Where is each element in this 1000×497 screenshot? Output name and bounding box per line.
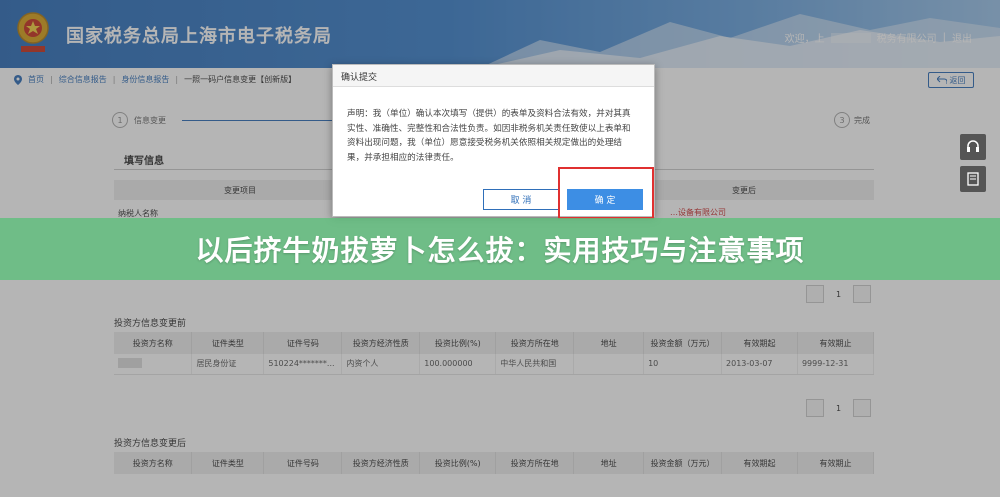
col-header: 有效期止 <box>797 452 875 474</box>
col-header: 有效期起 <box>721 452 798 474</box>
investor-after-table: 投资方名称 证件类型 证件号码 投资方经济性质 投资比例(%) 投资方所在地 地… <box>114 452 875 474</box>
breadcrumb: 首页 | 综合信息报告 | 身份信息报告 | 一照一码户信息变更【创新版】 <box>14 74 296 85</box>
headset-icon[interactable] <box>960 134 986 160</box>
table-row: 居民身份证 510224*******... 内资个人 100.000000 中… <box>114 354 875 375</box>
cell: 10 <box>643 354 723 375</box>
investor-before-title: 投资方信息变更前 <box>114 319 187 329</box>
cell: 100.000000 <box>419 354 497 375</box>
col-header: 投资方经济性质 <box>341 332 421 354</box>
col-header: 投资方名称 <box>114 332 193 354</box>
step-line <box>182 120 332 121</box>
cancel-button[interactable]: 取 消 <box>483 189 559 210</box>
col-header: 证件类型 <box>191 452 265 474</box>
book-icon[interactable] <box>960 166 986 192</box>
col-header: 投资比例(%) <box>419 452 497 474</box>
investor-after-title: 投资方信息变更后 <box>114 439 187 449</box>
breadcrumb-sep: | <box>50 75 53 84</box>
breadcrumb-identity-report[interactable]: 身份信息报告 <box>121 74 169 85</box>
return-arrow-icon <box>936 76 947 84</box>
col-header: 投资方所在地 <box>495 452 575 474</box>
location-pin-icon <box>14 74 22 85</box>
breadcrumb-sep: | <box>175 75 179 84</box>
col-header: 地址 <box>573 332 645 354</box>
redacted-name <box>830 32 871 43</box>
headline-banner: 以后挤牛奶拔萝卜怎么拔：实用技巧与注意事项 <box>0 218 1000 280</box>
col-header: 投资方经济性质 <box>341 452 421 474</box>
user-greeting-suffix: 税务有限公司 <box>876 34 937 45</box>
page-number: 1 <box>836 289 842 299</box>
col-header: 投资方所在地 <box>495 332 575 354</box>
cell <box>114 354 193 375</box>
cell: 居民身份证 <box>191 354 265 375</box>
col-header: 投资比例(%) <box>419 332 497 354</box>
logout-link[interactable]: 退出 <box>952 30 972 45</box>
col-header: 证件号码 <box>263 332 343 354</box>
cell <box>573 354 645 375</box>
tax-emblem-icon <box>17 12 49 52</box>
header-separator: | <box>942 32 946 43</box>
back-button-label: 返回 <box>949 75 966 85</box>
dialog-body: 声明：我（单位）确认本次填写（提供）的表单及资料合法有效，并对其真实性、准确性、… <box>347 109 631 163</box>
col-header: 证件号码 <box>263 452 343 474</box>
pager-before: 1 <box>806 285 872 303</box>
step-1-label: 信息变更 <box>134 116 166 125</box>
dialog-title: 确认提交 <box>333 65 654 87</box>
breadcrumb-sep: | <box>112 75 116 84</box>
page-number: 1 <box>836 403 842 413</box>
change-row-value: …设备有限公司 <box>670 208 726 217</box>
cell: 9999-12-31 <box>797 354 875 375</box>
site-header: 国家税务总局上海市电子税务局 欢迎，上 税务有限公司 | 退出 <box>0 0 1000 68</box>
col-header: 投资金额（万元） <box>643 452 723 474</box>
breadcrumb-home[interactable]: 首页 <box>28 74 44 85</box>
cell: 内资个人 <box>341 354 421 375</box>
highlight-box <box>558 167 654 219</box>
step-1-circle: 1 <box>112 112 128 128</box>
breadcrumb-current: 一照一码户信息变更【创新版】 <box>184 75 297 84</box>
user-area: 欢迎，上 税务有限公司 | 退出 <box>785 30 972 45</box>
col-header: 投资方名称 <box>114 452 193 474</box>
pager-after: 1 <box>806 399 872 417</box>
side-toolbar <box>960 134 986 192</box>
user-greeting-prefix: 欢迎，上 <box>784 34 825 45</box>
cell: 中华人民共和国 <box>495 354 575 375</box>
col-header: 有效期止 <box>797 332 875 354</box>
prev-page-button[interactable] <box>806 399 824 417</box>
prev-page-button[interactable] <box>806 285 824 303</box>
col-header: 地址 <box>573 452 645 474</box>
cell: 510224*******... <box>263 354 343 375</box>
col-header: 有效期起 <box>721 332 798 354</box>
change-head-after: 变更后 <box>732 186 756 195</box>
banner-text: 以后挤牛奶拔萝卜怎么拔：实用技巧与注意事项 <box>195 234 805 267</box>
change-head-item: 变更项目 <box>224 186 256 195</box>
next-page-button[interactable] <box>853 399 872 417</box>
col-header: 投资金额（万元） <box>643 332 723 354</box>
step-3-label: 完成 <box>854 116 870 125</box>
back-button[interactable]: 返回 <box>928 72 974 88</box>
cell: 2013-03-07 <box>721 354 798 375</box>
section-tab-label[interactable]: 填写信息 <box>124 152 164 167</box>
next-page-button[interactable] <box>853 285 872 303</box>
site-title: 国家税务总局上海市电子税务局 <box>66 26 332 47</box>
col-header: 证件类型 <box>191 332 265 354</box>
step-3-circle: 3 <box>834 112 850 128</box>
breadcrumb-info-report[interactable]: 综合信息报告 <box>59 74 107 85</box>
investor-before-table: 投资方名称 证件类型 证件号码 投资方经济性质 投资比例(%) 投资方所在地 地… <box>114 332 875 375</box>
